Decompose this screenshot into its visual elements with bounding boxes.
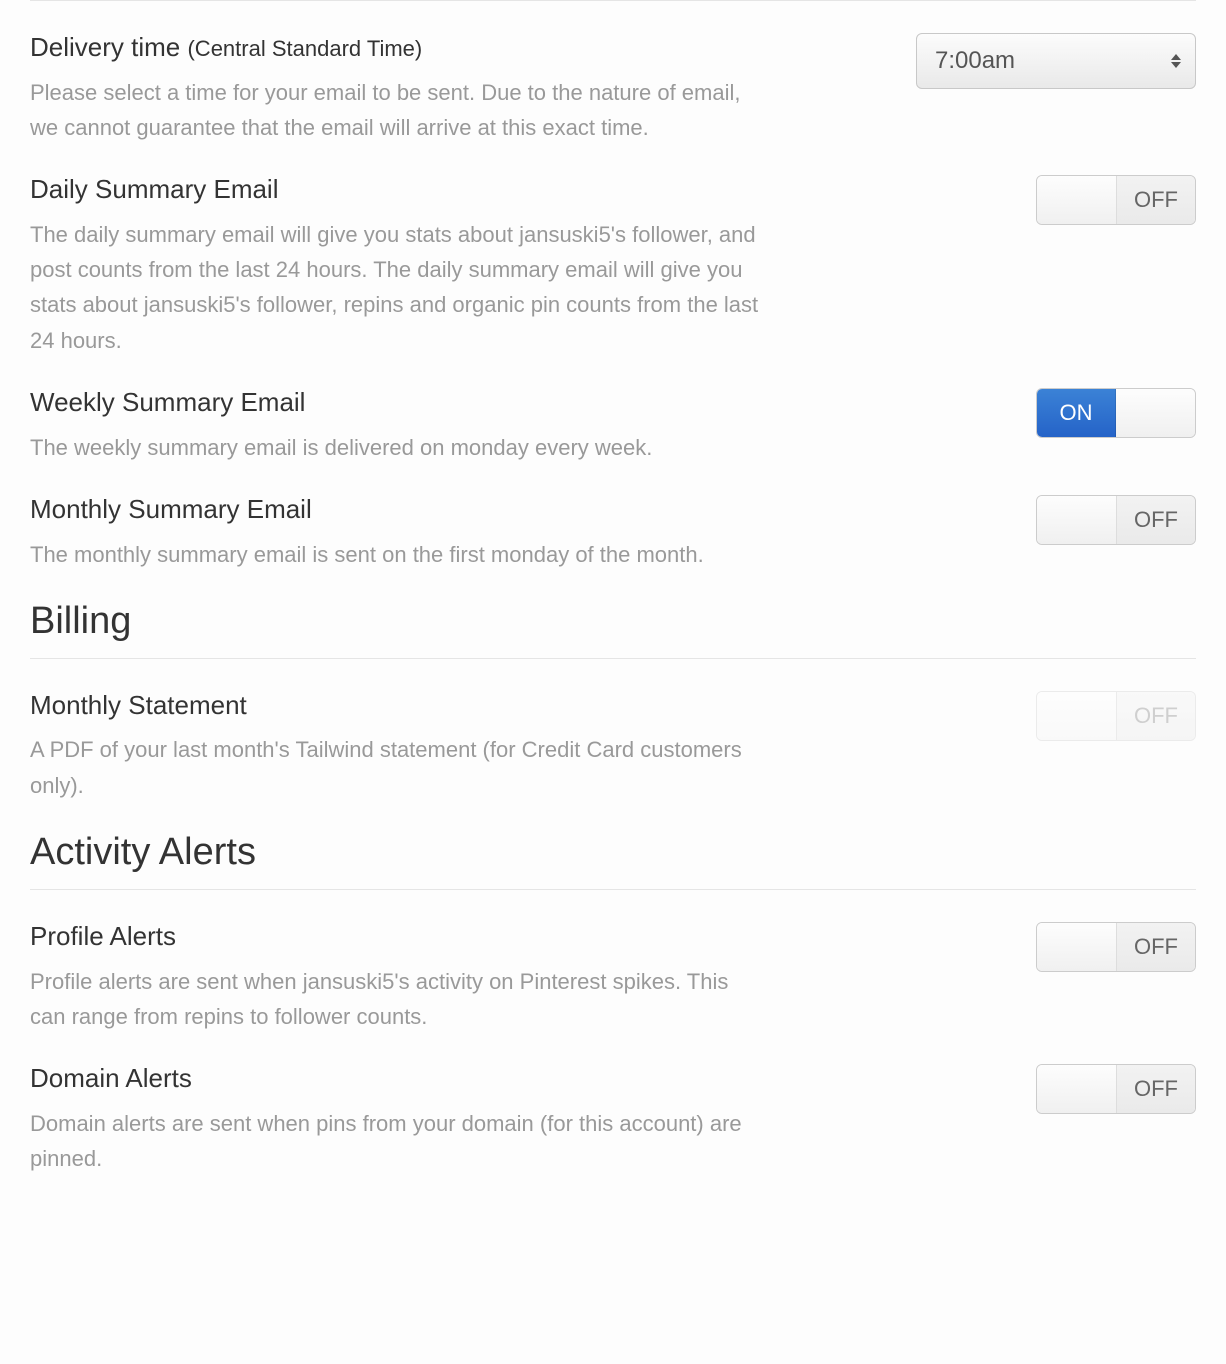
delivery-time-title-text: Delivery time [30, 32, 180, 62]
profile-alerts-right: OFF [1036, 920, 1196, 972]
domain-alerts-desc: Domain alerts are sent when pins from yo… [30, 1106, 760, 1176]
toggle-handle [1037, 496, 1116, 544]
weekly-summary-toggle[interactable]: ON [1036, 388, 1196, 438]
monthly-statement-left: Monthly Statement A PDF of your last mon… [30, 689, 760, 803]
toggle-handle [1037, 923, 1116, 971]
domain-alerts-row: Domain Alerts Domain alerts are sent whe… [30, 1062, 1196, 1176]
weekly-summary-left: Weekly Summary Email The weekly summary … [30, 386, 760, 465]
toggle-handle [1037, 692, 1116, 740]
chevron-updown-icon [1171, 54, 1181, 68]
monthly-summary-toggle[interactable]: OFF [1036, 495, 1196, 545]
monthly-summary-title: Monthly Summary Email [30, 493, 760, 527]
toggle-off-label: OFF [1116, 1065, 1195, 1113]
profile-alerts-toggle[interactable]: OFF [1036, 922, 1196, 972]
toggle-off-label: OFF [1116, 496, 1195, 544]
weekly-summary-title: Weekly Summary Email [30, 386, 760, 420]
monthly-statement-desc: A PDF of your last month's Tailwind stat… [30, 732, 760, 802]
delivery-time-left: Delivery time (Central Standard Time) Pl… [30, 31, 760, 145]
toggle-on-label: ON [1037, 389, 1116, 437]
monthly-statement-right: OFF [1036, 689, 1196, 741]
daily-summary-left: Daily Summary Email The daily summary em… [30, 173, 760, 358]
billing-divider [30, 658, 1196, 659]
daily-summary-desc: The daily summary email will give you st… [30, 217, 760, 358]
toggle-off-label: OFF [1116, 176, 1195, 224]
delivery-time-select[interactable]: 7:00am [916, 33, 1196, 89]
delivery-time-desc: Please select a time for your email to b… [30, 75, 760, 145]
monthly-summary-right: OFF [1036, 493, 1196, 545]
delivery-time-title: Delivery time (Central Standard Time) [30, 31, 760, 65]
monthly-summary-desc: The monthly summary email is sent on the… [30, 537, 760, 572]
toggle-handle [1116, 389, 1195, 437]
monthly-statement-toggle[interactable]: OFF [1036, 691, 1196, 741]
daily-summary-toggle[interactable]: OFF [1036, 175, 1196, 225]
profile-alerts-row: Profile Alerts Profile alerts are sent w… [30, 920, 1196, 1034]
weekly-summary-desc: The weekly summary email is delivered on… [30, 430, 760, 465]
domain-alerts-title: Domain Alerts [30, 1062, 760, 1096]
activity-alerts-header: Activity Alerts [30, 831, 1196, 874]
toggle-handle [1037, 1065, 1116, 1113]
delivery-time-note: (Central Standard Time) [187, 36, 422, 61]
monthly-summary-row: Monthly Summary Email The monthly summar… [30, 493, 1196, 572]
monthly-summary-left: Monthly Summary Email The monthly summar… [30, 493, 760, 572]
delivery-time-right: 7:00am [916, 31, 1196, 89]
daily-summary-right: OFF [1036, 173, 1196, 225]
billing-header: Billing [30, 600, 1196, 643]
toggle-off-label: OFF [1116, 692, 1195, 740]
toggle-handle [1037, 176, 1116, 224]
activity-alerts-divider [30, 889, 1196, 890]
domain-alerts-toggle[interactable]: OFF [1036, 1064, 1196, 1114]
weekly-summary-right: ON [1036, 386, 1196, 438]
domain-alerts-left: Domain Alerts Domain alerts are sent whe… [30, 1062, 760, 1176]
profile-alerts-desc: Profile alerts are sent when jansuski5's… [30, 964, 760, 1034]
delivery-time-row: Delivery time (Central Standard Time) Pl… [30, 31, 1196, 145]
daily-summary-row: Daily Summary Email The daily summary em… [30, 173, 1196, 358]
weekly-summary-row: Weekly Summary Email The weekly summary … [30, 386, 1196, 465]
top-divider [30, 0, 1196, 1]
toggle-off-label: OFF [1116, 923, 1195, 971]
profile-alerts-title: Profile Alerts [30, 920, 760, 954]
monthly-statement-title: Monthly Statement [30, 689, 760, 723]
domain-alerts-right: OFF [1036, 1062, 1196, 1114]
delivery-time-value: 7:00am [935, 47, 1015, 75]
daily-summary-title: Daily Summary Email [30, 173, 760, 207]
monthly-statement-row: Monthly Statement A PDF of your last mon… [30, 689, 1196, 803]
profile-alerts-left: Profile Alerts Profile alerts are sent w… [30, 920, 760, 1034]
